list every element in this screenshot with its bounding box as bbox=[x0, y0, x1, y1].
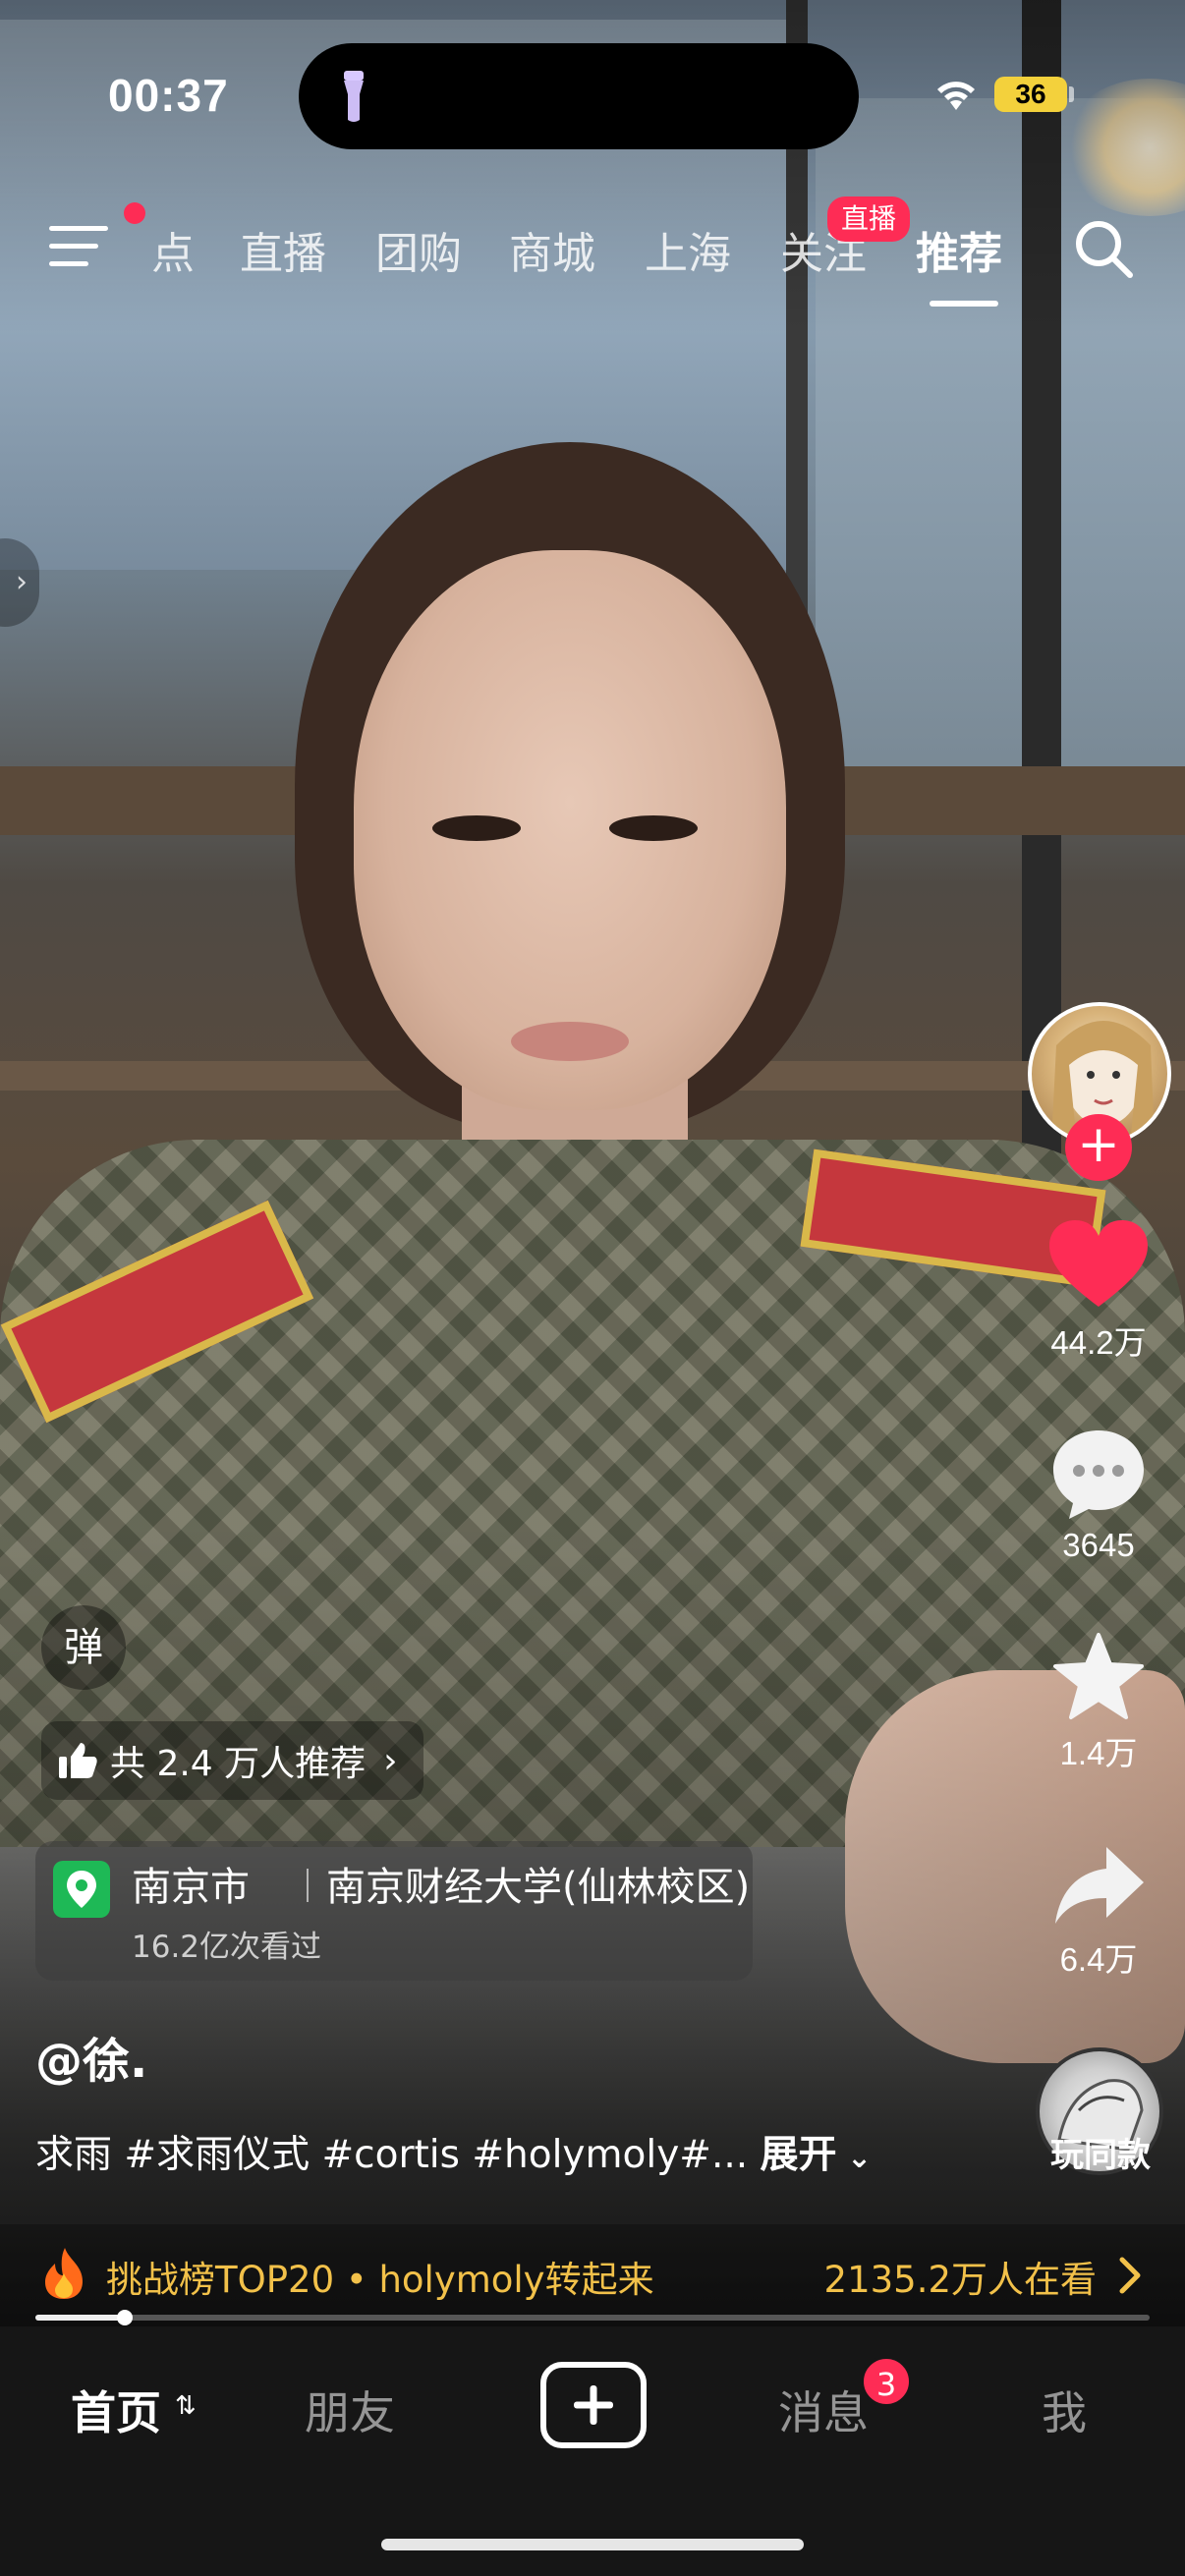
follow-button[interactable]: + bbox=[1065, 1114, 1132, 1181]
favorite-count: 1.4万 bbox=[1059, 1735, 1138, 1771]
battery-tip bbox=[1069, 86, 1074, 102]
favorite-button[interactable]: 1.4万 bbox=[1030, 1631, 1167, 1774]
video-caption[interactable]: 求雨 #求雨仪式 #cortis #holymoly#... 展开 ⌄ bbox=[35, 2124, 872, 2179]
menu-icon[interactable] bbox=[49, 222, 114, 271]
heart-icon bbox=[1049, 1220, 1148, 1307]
wifi-icon bbox=[937, 82, 975, 110]
tab-group-buy[interactable]: 团购 bbox=[375, 218, 462, 281]
watching-count: 2135.2万人在看 bbox=[823, 2259, 1097, 2301]
tab-recommended[interactable]: 推荐 bbox=[916, 218, 1002, 281]
tab-shanghai[interactable]: 上海 bbox=[645, 218, 731, 281]
location-card[interactable]: 南京市 南京财经大学(仙林校区) 16.2亿次看过 bbox=[35, 1841, 753, 1981]
home-indicator bbox=[381, 2539, 804, 2550]
location-city: 南京市 bbox=[132, 1865, 250, 1910]
danmu-toggle-button[interactable]: 弹 bbox=[41, 1605, 126, 1690]
star-icon bbox=[1053, 1633, 1144, 1719]
share-button[interactable]: 6.4万 bbox=[1030, 1843, 1167, 1981]
subject-mouth bbox=[511, 1022, 629, 1061]
tab-live[interactable]: 直播 bbox=[240, 218, 326, 281]
challenge-title[interactable]: 挑战榜TOP20 • holymoly转起来 bbox=[106, 2250, 654, 2303]
tab-friends[interactable]: 朋友 bbox=[305, 2378, 395, 2442]
search-icon[interactable] bbox=[1071, 216, 1136, 281]
comment-button[interactable]: 3645 bbox=[1030, 1427, 1167, 1564]
recommend-text: 共 2.4 万人推荐 bbox=[110, 1744, 367, 1784]
share-arrow-icon bbox=[1055, 1847, 1144, 1924]
dynamic-island bbox=[299, 43, 859, 149]
like-count: 44.2万 bbox=[1050, 1324, 1147, 1361]
chevron-right-icon[interactable] bbox=[1116, 2256, 1144, 2295]
tab-me[interactable]: 我 bbox=[1042, 2378, 1087, 2442]
location-divider bbox=[307, 1869, 309, 1902]
flashlight-icon bbox=[344, 71, 364, 122]
caption-text: 求雨 #求雨仪式 #cortis #holymoly#... bbox=[35, 2133, 749, 2177]
subject-eye-left bbox=[432, 815, 521, 841]
progress-fill bbox=[35, 2315, 125, 2321]
location-poi: 南京财经大学(仙林校区) bbox=[326, 1865, 751, 1910]
swap-icon: ⇅ bbox=[175, 2391, 197, 2421]
fire-icon bbox=[45, 2248, 83, 2299]
progress-track[interactable] bbox=[35, 2315, 1150, 2321]
menu-notification-dot bbox=[124, 202, 145, 224]
author-name[interactable]: @徐. bbox=[35, 2022, 147, 2091]
recommend-pill[interactable]: 共 2.4 万人推荐 › bbox=[41, 1721, 423, 1800]
share-count: 6.4万 bbox=[1059, 1941, 1138, 1978]
chevron-down-icon: ⌄ bbox=[836, 2141, 873, 2175]
location-views: 16.2亿次看过 bbox=[132, 1930, 322, 1965]
tab-messages[interactable]: 消息 bbox=[778, 2378, 869, 2442]
tab-home[interactable]: 首页 bbox=[71, 2378, 161, 2442]
comment-icon bbox=[1053, 1430, 1144, 1519]
tab-mall[interactable]: 商城 bbox=[509, 218, 595, 281]
status-time: 00:37 bbox=[108, 70, 229, 121]
progress-scrubber[interactable] bbox=[117, 2310, 133, 2325]
tab-partial-left[interactable]: 点 bbox=[151, 218, 195, 281]
live-badge: 直播 bbox=[827, 196, 911, 242]
like-button[interactable]: 44.2万 bbox=[1030, 1218, 1167, 1364]
use-sound-label[interactable]: 玩同款 bbox=[1022, 2128, 1179, 2176]
subject-eye-right bbox=[609, 815, 698, 841]
expand-caption-button[interactable]: 展开 ⌄ bbox=[761, 2133, 873, 2177]
create-post-button[interactable] bbox=[540, 2362, 647, 2448]
comment-count: 3645 bbox=[1062, 1527, 1135, 1563]
chevron-right-icon: › bbox=[383, 1740, 398, 1781]
thumbs-up-icon bbox=[59, 1743, 97, 1778]
location-pin-icon bbox=[53, 1861, 110, 1918]
messages-badge: 3 bbox=[861, 2356, 912, 2407]
battery-indicator: 36 bbox=[994, 77, 1067, 112]
active-tab-indicator bbox=[930, 301, 998, 307]
